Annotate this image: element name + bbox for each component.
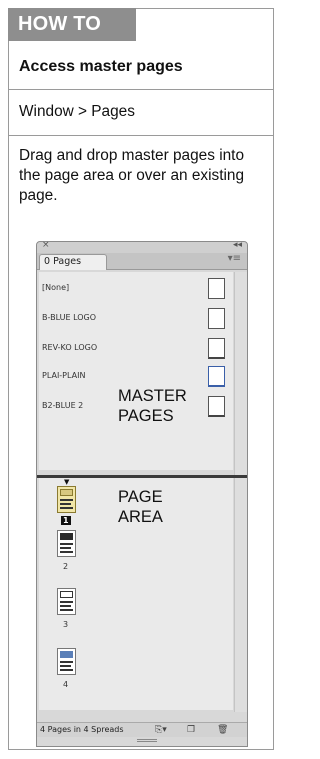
page-thumbnail[interactable]	[57, 648, 76, 675]
new-spread-icon[interactable]: ⎘▾	[155, 725, 167, 735]
divider	[9, 135, 273, 136]
page-number: 4	[63, 680, 69, 689]
step-menu-path: Window > Pages	[19, 103, 135, 120]
master-label: [None]	[42, 283, 70, 292]
page-number: 3	[63, 620, 69, 629]
panel-titlebar: × ◂◂	[37, 240, 247, 253]
master-label: B-BLUE LOGO	[42, 313, 97, 322]
master-item-rev-ko-logo[interactable]: REV-KO LOGO	[39, 338, 229, 359]
master-thumbnail	[208, 338, 225, 359]
master-thumbnail	[208, 308, 225, 329]
new-page-icon[interactable]: ❐	[187, 725, 195, 735]
close-icon[interactable]: ×	[42, 240, 50, 250]
pages-panel: × ◂◂ 0 Pages ▾≡ [None] B-BLUE LOGO REV-K…	[36, 240, 248, 747]
master-thumbnail	[208, 366, 225, 387]
master-thumbnail	[208, 396, 225, 417]
master-label: REV-KO LOGO	[42, 343, 98, 352]
how-to-tab: HOW TO	[8, 8, 136, 41]
master-item-plai-plain[interactable]: PLAI-PLAIN	[39, 366, 229, 387]
page-thumbnail[interactable]	[57, 588, 76, 615]
page-number: 1	[61, 516, 71, 525]
step-instruction: Drag and drop master pages into the page…	[19, 147, 245, 204]
tab-pages[interactable]: 0 Pages	[39, 254, 107, 270]
master-applied-marker: ▼	[64, 478, 70, 486]
section-title: Access master pages	[9, 50, 273, 90]
master-pages-annotation: MASTER PAGES	[118, 387, 187, 425]
panel-menu-icon[interactable]: ▾≡	[228, 253, 241, 264]
collapse-icon[interactable]: ◂◂	[233, 240, 242, 250]
master-item-b-blue-logo[interactable]: B-BLUE LOGO	[39, 308, 229, 329]
master-label: B2-BLUE 2	[42, 401, 84, 410]
master-item-none[interactable]: [None]	[39, 278, 229, 299]
resize-grip[interactable]	[137, 739, 157, 742]
pages-count-text: 4 Pages in 4 Spreads	[40, 725, 124, 734]
page-area-annotation: PAGE AREA	[118, 488, 163, 526]
page-thumbnail[interactable]	[57, 486, 76, 513]
scrollbar[interactable]	[234, 272, 247, 712]
master-label: PLAI-PLAIN	[42, 371, 86, 380]
page-thumbnail[interactable]	[57, 530, 76, 557]
trash-icon[interactable]: 🗑	[217, 725, 228, 735]
panel-tab-row: 0 Pages ▾≡	[37, 253, 247, 270]
how-to-card: HOW TO Access master pages Window > Page…	[8, 8, 274, 750]
master-pages-list: [None] B-BLUE LOGO REV-KO LOGO PLAI-PLAI…	[39, 272, 233, 470]
panel-status-bar: 4 Pages in 4 Spreads ⎘▾ ❐ 🗑	[37, 722, 247, 737]
master-thumbnail	[208, 278, 225, 299]
page-number: 2	[63, 562, 69, 571]
